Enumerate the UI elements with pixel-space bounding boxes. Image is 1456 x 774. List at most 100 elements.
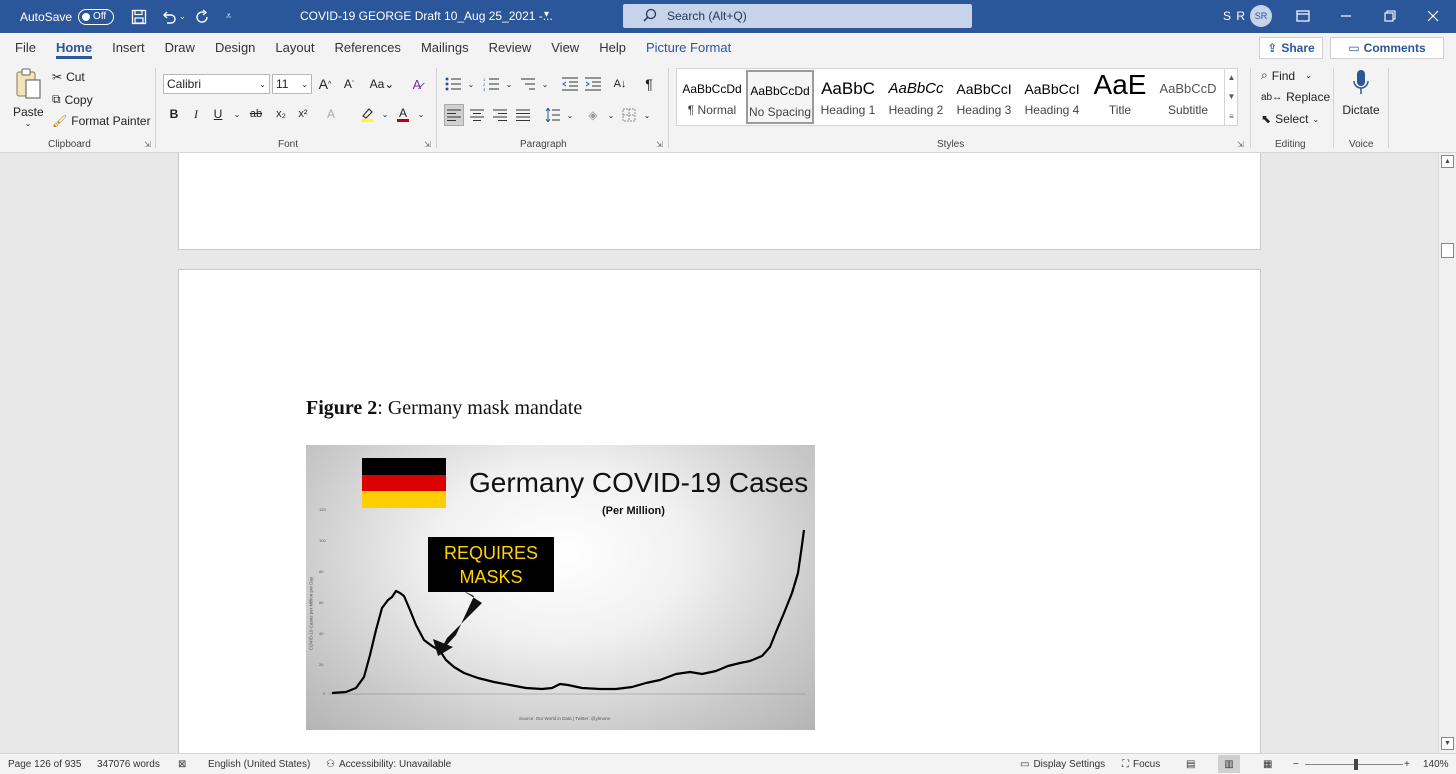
bold-icon[interactable]: B <box>165 105 183 123</box>
borders-dropdown-icon[interactable]: ⌄ <box>638 106 656 124</box>
tab-design[interactable]: Design <box>205 33 265 62</box>
user-name[interactable]: S R <box>1223 9 1246 23</box>
styles-scrollbar[interactable]: ▲ ▼ ≡ <box>1224 68 1238 126</box>
line-spacing-dropdown-icon[interactable]: ⌄ <box>561 106 579 124</box>
show-formatting-marks-icon[interactable]: ¶ <box>640 75 658 93</box>
tab-file[interactable]: File <box>5 33 46 62</box>
undo-dropdown-icon[interactable]: ⌄ <box>179 12 186 21</box>
zoom-slider-handle[interactable] <box>1354 759 1358 770</box>
display-settings-button[interactable]: ▭ Display Settings <box>1020 759 1105 770</box>
select-button[interactable]: ⬉ Select ⌄ <box>1261 112 1319 126</box>
undo-icon[interactable] <box>160 8 178 26</box>
style-heading-4[interactable]: AaBbCcI Heading 4 <box>1018 70 1086 124</box>
scroll-down-icon[interactable]: ▼ <box>1441 737 1454 750</box>
scroll-thumb[interactable] <box>1441 243 1454 258</box>
decrease-indent-icon[interactable] <box>561 75 579 93</box>
focus-button[interactable]: ⛶ Focus <box>1122 759 1160 770</box>
styles-launcher-icon[interactable]: ⇲ <box>1237 140 1244 149</box>
bullets-dropdown-icon[interactable]: ⌄ <box>462 75 480 93</box>
italic-icon[interactable]: I <box>187 105 205 123</box>
title-dropdown-icon[interactable]: ▾ <box>544 9 549 20</box>
subscript-icon[interactable]: x₂ <box>272 105 290 123</box>
close-icon[interactable] <box>1422 5 1444 27</box>
borders-icon[interactable] <box>620 106 638 124</box>
document-title[interactable]: COVID-19 GEORGE Draft 10_Aug 25_2021 -..… <box>300 9 553 23</box>
customize-qat-icon[interactable]: ⩡ <box>220 8 238 26</box>
tab-picture-format[interactable]: Picture Format <box>636 33 741 62</box>
tab-references[interactable]: References <box>324 33 410 62</box>
style-heading-2[interactable]: AaBbCc Heading 2 <box>882 70 950 124</box>
copy-button[interactable]: ⧉ Copy <box>52 92 93 107</box>
redo-icon[interactable] <box>194 8 212 26</box>
style-heading-1[interactable]: AaBbC Heading 1 <box>814 70 882 124</box>
language-indicator[interactable]: English (United States) <box>208 759 310 770</box>
tab-review[interactable]: Review <box>479 33 542 62</box>
tab-draw[interactable]: Draw <box>155 33 205 62</box>
highlight-dropdown-icon[interactable]: ⌄ <box>376 105 394 123</box>
figure-image[interactable]: Germany COVID-19 Cases (Per Million) 120… <box>306 445 815 730</box>
read-mode-icon[interactable]: ▤ <box>1186 759 1195 770</box>
font-name-combo[interactable]: Calibri ⌄ <box>163 74 270 94</box>
tab-mailings[interactable]: Mailings <box>411 33 479 62</box>
share-button[interactable]: ⇪ Share <box>1259 37 1323 59</box>
proofing-icon[interactable]: ⊠ <box>178 759 186 770</box>
restore-icon[interactable] <box>1379 5 1401 27</box>
font-color-dropdown-icon[interactable]: ⌄ <box>412 105 430 123</box>
style-heading-3[interactable]: AaBbCcI Heading 3 <box>950 70 1018 124</box>
strikethrough-icon[interactable]: ab <box>247 105 265 123</box>
grow-font-icon[interactable]: A ^ <box>316 75 334 93</box>
justify-icon[interactable] <box>514 106 532 124</box>
comments-button[interactable]: ▭ Comments <box>1330 37 1444 59</box>
paste-dropdown-icon[interactable]: ⌄ <box>13 119 43 128</box>
increase-indent-icon[interactable] <box>584 75 602 93</box>
shading-icon[interactable]: ◈ <box>584 106 602 124</box>
page-counter[interactable]: Page 126 of 935 <box>8 759 81 770</box>
align-left-icon[interactable] <box>444 104 464 126</box>
format-painter-button[interactable]: 🖌 Format Painter <box>52 114 151 128</box>
tab-help[interactable]: Help <box>589 33 636 62</box>
cut-button[interactable]: ✂ Cut <box>52 70 85 84</box>
font-launcher-icon[interactable]: ⇲ <box>424 140 431 149</box>
clear-formatting-icon[interactable]: A̷ <box>408 75 426 93</box>
scroll-up-icon[interactable]: ▲ <box>1441 155 1454 168</box>
underline-icon[interactable]: U <box>209 105 227 123</box>
web-layout-icon[interactable]: ▦ <box>1263 759 1272 770</box>
bullets-icon[interactable] <box>444 75 462 93</box>
sort-icon[interactable]: A↓ <box>611 75 629 93</box>
numbering-icon[interactable]: 123 <box>482 75 500 93</box>
ribbon-display-icon[interactable] <box>1292 5 1314 27</box>
shrink-font-icon[interactable]: Aˇ <box>340 75 358 93</box>
line-spacing-icon[interactable] <box>543 106 561 124</box>
multilevel-dropdown-icon[interactable]: ⌄ <box>536 75 554 93</box>
underline-dropdown-icon[interactable]: ⌄ <box>228 105 246 123</box>
zoom-in-icon[interactable]: + <box>1404 759 1410 770</box>
save-icon[interactable] <box>130 8 148 26</box>
figure-caption[interactable]: Figure 2: Germany mask mandate <box>306 397 582 420</box>
change-case-icon[interactable]: Aa⌄ <box>368 75 396 93</box>
tab-layout[interactable]: Layout <box>265 33 324 62</box>
shading-dropdown-icon[interactable]: ⌄ <box>602 106 620 124</box>
chevron-up-icon[interactable]: ▲ <box>1228 73 1236 82</box>
tab-view[interactable]: View <box>541 33 589 62</box>
clipboard-launcher-icon[interactable]: ⇲ <box>144 140 151 149</box>
zoom-level[interactable]: 140% <box>1423 759 1449 770</box>
style-subtitle[interactable]: AaBbCcD Subtitle <box>1154 70 1222 124</box>
page[interactable] <box>178 153 1261 250</box>
tab-home[interactable]: Home <box>46 33 102 62</box>
avatar[interactable]: SR <box>1250 5 1272 27</box>
align-center-icon[interactable] <box>468 106 486 124</box>
vertical-scrollbar[interactable]: ▲ ▼ <box>1438 153 1456 753</box>
numbering-dropdown-icon[interactable]: ⌄ <box>500 75 518 93</box>
document-area[interactable]: Figure 2: Germany mask mandate Germany C… <box>0 153 1438 753</box>
font-color-icon[interactable]: A <box>394 105 412 123</box>
search-box[interactable]: Search (Alt+Q) <box>623 4 972 28</box>
tab-insert[interactable]: Insert <box>102 33 155 62</box>
highlight-icon[interactable] <box>358 105 376 123</box>
accessibility-status[interactable]: ⚇ Accessibility: Unavailable <box>326 759 451 770</box>
word-count[interactable]: 347076 words <box>97 759 160 770</box>
minimize-icon[interactable] <box>1335 5 1357 27</box>
align-right-icon[interactable] <box>491 106 509 124</box>
style-no-spacing[interactable]: AaBbCcDd No Spacing <box>746 70 814 124</box>
dictate-button[interactable]: Dictate <box>1340 68 1382 117</box>
print-layout-icon[interactable]: ▥ <box>1218 755 1240 773</box>
